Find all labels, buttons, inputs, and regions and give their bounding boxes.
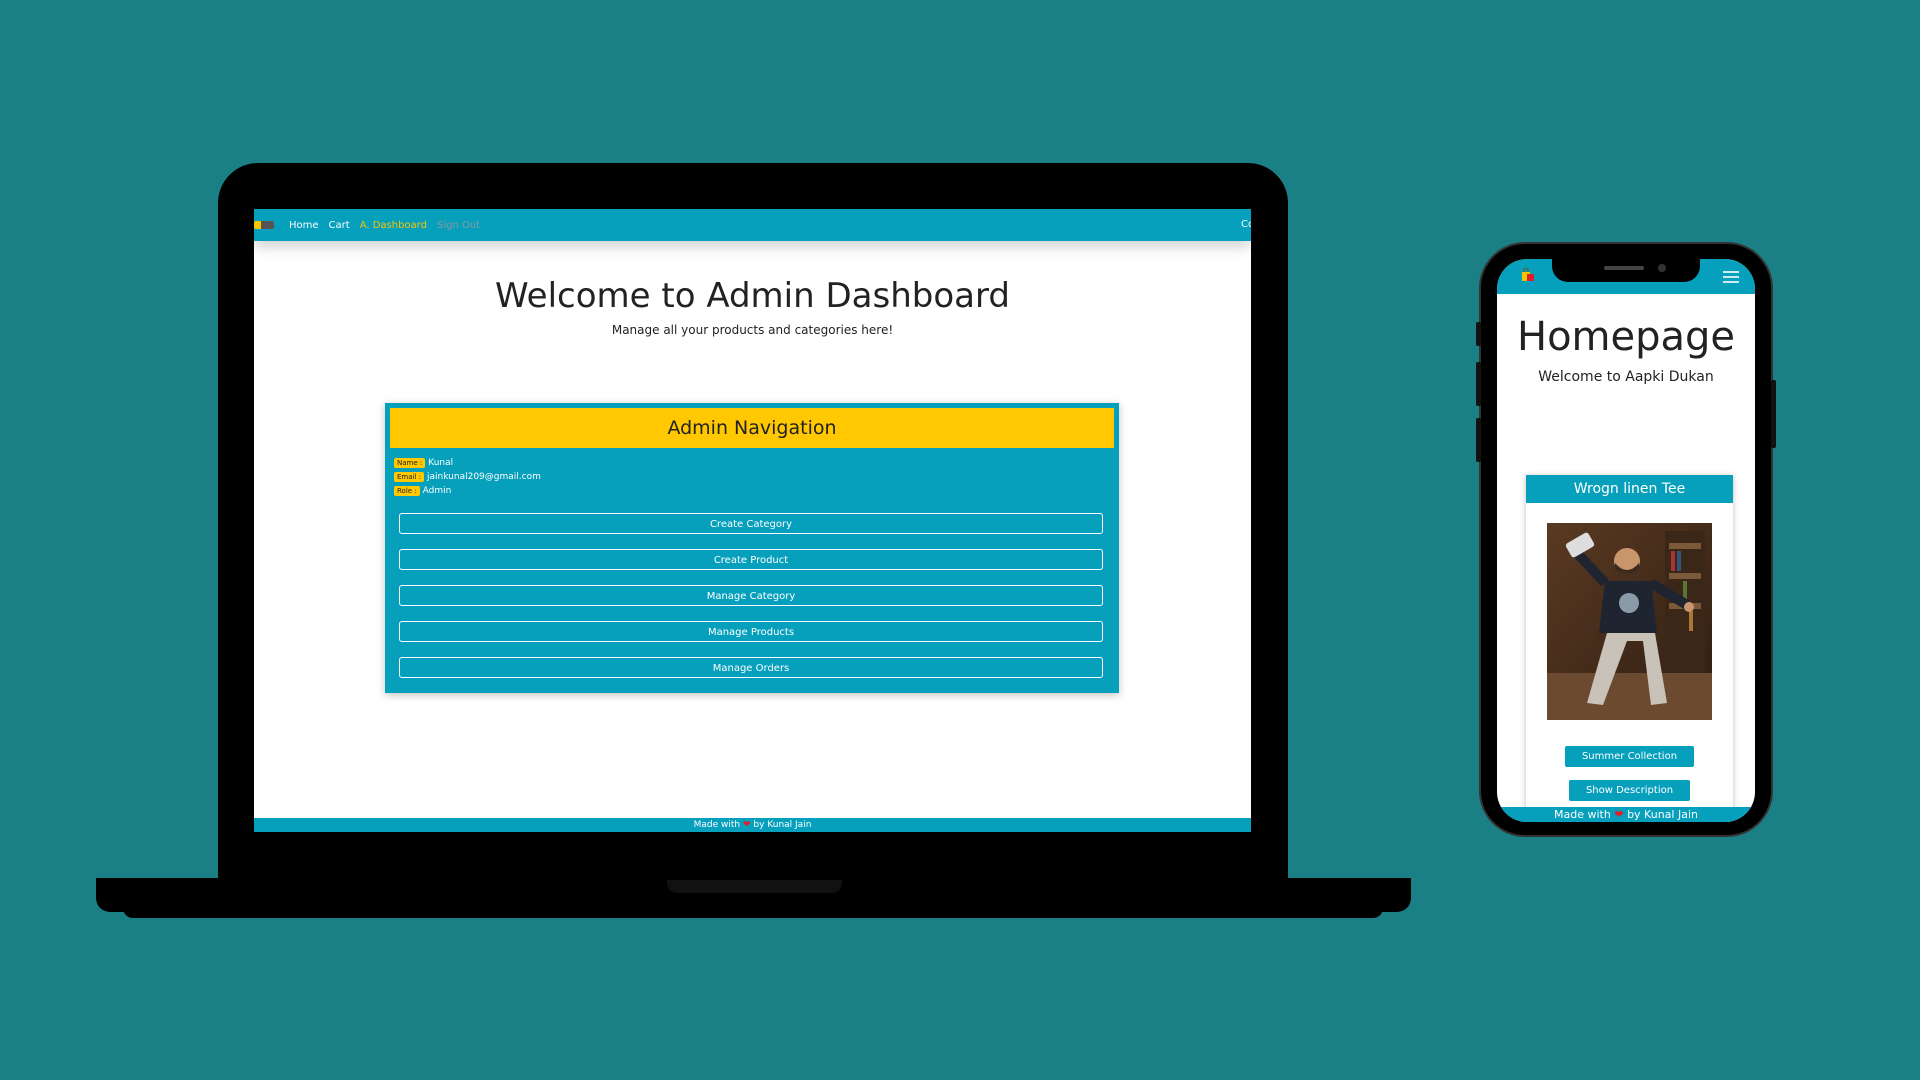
summer-collection-button[interactable]: Summer Collection bbox=[1565, 746, 1694, 767]
heart-icon: ❤ bbox=[742, 820, 751, 830]
name-value: Kunal bbox=[428, 458, 454, 468]
page-title: Welcome to Admin Dashboard bbox=[495, 276, 1010, 316]
phone-notch bbox=[1552, 258, 1700, 282]
camera-icon bbox=[1658, 264, 1666, 272]
product-name: Wrogn linen Tee bbox=[1526, 475, 1733, 503]
email-badge: Email : bbox=[394, 472, 425, 482]
manage-category-button[interactable]: Manage Category bbox=[399, 585, 1103, 606]
product-card: Wrogn linen Tee Summer Collection Show D… bbox=[1526, 475, 1733, 822]
phone-volume-up bbox=[1476, 362, 1481, 406]
info-name: Name : Kunal bbox=[394, 458, 453, 468]
nav-dashboard-link[interactable]: A. Dashboard bbox=[360, 220, 427, 231]
speaker-icon bbox=[1604, 266, 1644, 270]
phone-power-button bbox=[1771, 380, 1776, 448]
phone-footer: Made with ❤ by Kunal Jain bbox=[1497, 807, 1755, 822]
product-image[interactable] bbox=[1547, 523, 1712, 720]
info-email: Email : jainkunal209@gmail.com bbox=[394, 472, 541, 482]
phone-footer-text-after: by Kunal Jain bbox=[1627, 808, 1698, 821]
show-description-button[interactable]: Show Description bbox=[1569, 780, 1690, 801]
phone-screen: Homepage Welcome to Aapki Dukan Wrogn li… bbox=[1497, 259, 1755, 822]
phone-mute-switch bbox=[1476, 322, 1481, 346]
brand-logo-icon[interactable] bbox=[254, 221, 274, 229]
card-header: Admin Navigation bbox=[390, 408, 1114, 448]
info-role: Role : Admin bbox=[394, 486, 451, 496]
laptop-notch bbox=[667, 880, 842, 893]
phone-heart-icon: ❤ bbox=[1614, 808, 1624, 821]
nav-signout-link[interactable]: Sign Out bbox=[437, 220, 480, 231]
role-value: Admin bbox=[422, 486, 452, 496]
hamburger-menu-icon[interactable] bbox=[1723, 271, 1739, 283]
phone-volume-down bbox=[1476, 418, 1481, 462]
manage-orders-button[interactable]: Manage Orders bbox=[399, 657, 1103, 678]
footer: Made with ❤ by Kunal Jain bbox=[254, 818, 1251, 832]
nav-right-text[interactable]: Co bbox=[1241, 209, 1251, 241]
admin-navigation-card: Admin Navigation Name : Kunal Email : ja… bbox=[385, 403, 1119, 693]
laptop-screen: Home Cart A. Dashboard Sign Out Co Welco… bbox=[254, 209, 1251, 832]
email-value: jainkunal209@gmail.com bbox=[427, 472, 541, 482]
navbar: Home Cart A. Dashboard Sign Out Co bbox=[254, 209, 1251, 241]
nav-links: Home Cart A. Dashboard Sign Out bbox=[289, 209, 480, 241]
phone-page-title: Homepage bbox=[1516, 314, 1736, 360]
role-badge: Role : bbox=[394, 486, 420, 496]
create-product-button[interactable]: Create Product bbox=[399, 549, 1103, 570]
manage-products-button[interactable]: Manage Products bbox=[399, 621, 1103, 642]
nav-home-link[interactable]: Home bbox=[289, 220, 319, 231]
phone-footer-text-before: Made with bbox=[1554, 808, 1611, 821]
footer-text-before: Made with bbox=[693, 820, 741, 830]
create-category-button[interactable]: Create Category bbox=[399, 513, 1103, 534]
nav-cart-link[interactable]: Cart bbox=[329, 220, 350, 231]
page-subtitle: Manage all your products and categories … bbox=[611, 323, 894, 337]
laptop-foot bbox=[123, 905, 1383, 918]
phone-page-subtitle: Welcome to Aapki Dukan bbox=[1538, 369, 1714, 385]
shopping-bag-icon[interactable] bbox=[1521, 268, 1535, 282]
name-badge: Name : bbox=[394, 458, 426, 468]
footer-text-after: by Kunal Jain bbox=[753, 820, 812, 830]
